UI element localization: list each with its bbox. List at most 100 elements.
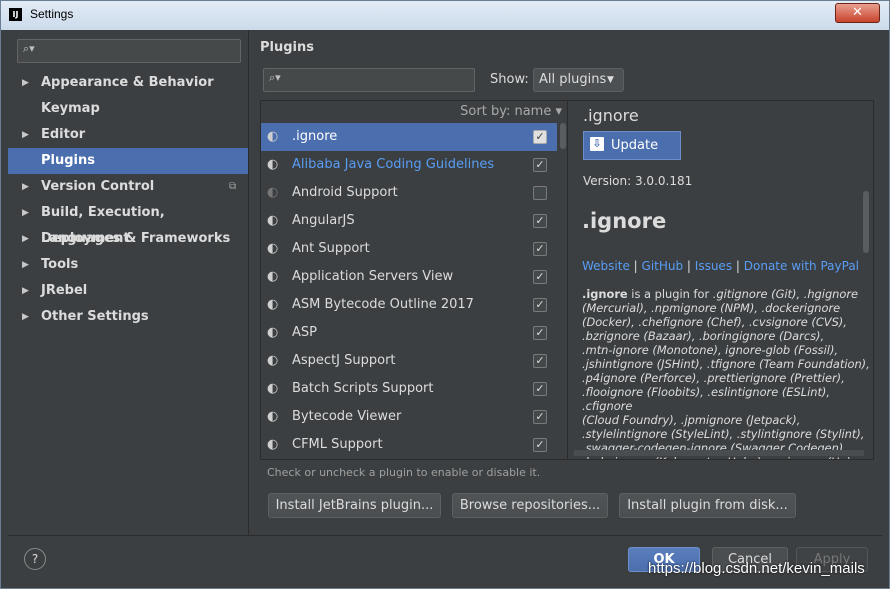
- description-line: .mtn-ignore (Monotone), ignore-glob (Fos…: [582, 343, 839, 357]
- plugin-description: .ignore is a plugin for .gitignore (Git)…: [582, 287, 872, 459]
- plugin-row[interactable]: ◐ Batch Scripts Support ✓: [261, 375, 557, 403]
- expand-arrow-icon[interactable]: ▶: [22, 278, 29, 304]
- scrollbar-thumb[interactable]: [560, 123, 566, 149]
- sidebar-item-languages-frameworks[interactable]: ▶ Languages & Frameworks: [8, 226, 248, 252]
- plugin-icon: ◐: [267, 213, 279, 228]
- sidebar-search-input[interactable]: ⌕▾: [17, 39, 241, 63]
- plugin-enable-checkbox[interactable]: ✓: [533, 438, 547, 452]
- app-icon: IJ: [9, 8, 22, 21]
- expand-arrow-icon[interactable]: ▶: [22, 122, 29, 148]
- plugin-enable-checkbox[interactable]: ✓: [533, 326, 547, 340]
- show-filter-value: All plugins: [539, 72, 607, 87]
- sidebar-item-keymap[interactable]: Keymap: [8, 96, 248, 122]
- plugin-row[interactable]: ◐ AspectJ Support ✓: [261, 347, 557, 375]
- plugin-row[interactable]: ◐ Bytecode Viewer ✓: [261, 403, 557, 431]
- sidebar-item-tools[interactable]: ▶ Tools: [8, 252, 248, 278]
- plugin-enable-checkbox[interactable]: ✓: [533, 158, 547, 172]
- plugin-name: CFML Support: [292, 437, 383, 452]
- sidebar-item-label: Keymap: [41, 101, 100, 116]
- dialog-body: ⌕▾ ▶ Appearance & Behavior Keymap ▶ Editor Pl…: [8, 30, 882, 585]
- plugin-enable-checkbox[interactable]: ✓: [533, 270, 547, 284]
- plugin-icon: ◐: [267, 129, 279, 144]
- plugin-enable-checkbox[interactable]: ✓: [533, 130, 547, 144]
- help-icon[interactable]: ?: [24, 548, 46, 570]
- expand-arrow-icon[interactable]: ▶: [22, 304, 29, 330]
- desc-strong: .ignore: [582, 287, 628, 301]
- github-link[interactable]: GitHub: [642, 259, 684, 273]
- description-line: .p4ignore (Perforce), .prettierignore (P…: [582, 371, 845, 385]
- sidebar-item-build-execution-deployment[interactable]: ▶ Build, Execution, Deployment: [8, 200, 248, 246]
- plugin-row[interactable]: ◐ .ignore ✓: [261, 123, 557, 151]
- sort-by-button[interactable]: Sort by: name ▾: [261, 101, 567, 123]
- plugin-enable-checkbox[interactable]: ✓: [533, 354, 547, 368]
- plugin-list-scrollbar[interactable]: [558, 123, 567, 459]
- expand-arrow-icon[interactable]: ▶: [22, 174, 29, 200]
- description-line: (Cloud Foundry), .jpmignore (Jetpack),: [582, 413, 801, 427]
- plugin-enable-checkbox[interactable]: [533, 186, 547, 200]
- sidebar-item-editor[interactable]: ▶ Editor: [8, 122, 248, 148]
- detail-scrollbar-thumb[interactable]: [863, 191, 869, 253]
- expand-arrow-icon[interactable]: ▶: [22, 70, 29, 96]
- search-icon: ⌕▾: [269, 71, 281, 84]
- plugin-enable-checkbox[interactable]: ✓: [533, 242, 547, 256]
- description-line: (Mercurial), .npmignore (NPM), .dockerig…: [582, 301, 841, 315]
- plugin-icon: ◐: [267, 409, 279, 424]
- sidebar-item-jrebel[interactable]: ▶ JRebel: [8, 278, 248, 304]
- plugin-list: Sort by: name ▾ ◐ .ignore ✓ ◐ Alibaba Java C…: [260, 100, 568, 460]
- sidebar-item-label: Editor: [41, 127, 86, 142]
- chevron-down-icon: ▼: [607, 75, 614, 85]
- plugin-name: Alibaba Java Coding Guidelines: [292, 157, 495, 172]
- plugin-icon: ◐: [267, 297, 279, 312]
- plugin-row[interactable]: ◐ AngularJS ✓: [261, 207, 557, 235]
- plugin-enable-checkbox[interactable]: ✓: [533, 298, 547, 312]
- install-plugin-from-disk-button[interactable]: Install plugin from disk...: [619, 493, 796, 518]
- search-icon: ⌕▾: [23, 42, 35, 55]
- plugin-row[interactable]: ◐ CFML Support ✓: [261, 431, 557, 459]
- plugin-enable-checkbox[interactable]: ✓: [533, 214, 547, 228]
- expand-arrow-icon[interactable]: ▶: [22, 252, 29, 278]
- install-jetbrains-plugin-button[interactable]: Install JetBrains plugin...: [268, 493, 441, 518]
- sort-label: Sort by: name ▾: [460, 104, 562, 119]
- show-filter-dropdown[interactable]: All plugins ▼: [533, 68, 624, 92]
- plugin-name: .ignore: [292, 129, 338, 144]
- plugin-search-input[interactable]: ⌕▾: [263, 68, 475, 92]
- desc-lead: is a plugin for: [627, 287, 713, 301]
- plugin-name: AngularJS: [292, 213, 355, 228]
- expand-arrow-icon[interactable]: ▶: [22, 226, 29, 252]
- sidebar-item-other-settings[interactable]: ▶ Other Settings: [8, 304, 248, 330]
- plugin-icon: ◐: [267, 269, 279, 284]
- description-line: .jshintignore (JSHint), .tfignore (Team …: [582, 357, 870, 371]
- plugin-row[interactable]: ◐ Alibaba Java Coding Guidelines ✓: [261, 151, 557, 179]
- plugin-icon: ◐: [267, 157, 279, 172]
- plugin-icon: ◐: [267, 185, 279, 200]
- plugin-enable-checkbox[interactable]: ✓: [533, 410, 547, 424]
- download-icon: ⇩: [590, 137, 604, 151]
- sidebar-item-version-control[interactable]: ▶ Version Control ⧉: [8, 174, 248, 200]
- show-label: Show:: [490, 72, 529, 87]
- detail-horizontal-scrollbar[interactable]: [574, 450, 864, 456]
- plugin-links: Website | GitHub | Issues | Donate with …: [582, 259, 860, 273]
- update-button[interactable]: ⇩ Update: [583, 131, 681, 160]
- plugin-icon: ◐: [267, 437, 279, 452]
- issues-link[interactable]: Issues: [695, 259, 732, 273]
- sidebar-item-label: Tools: [41, 257, 79, 272]
- sidebar-item-label: Languages & Frameworks: [41, 231, 231, 246]
- website-link[interactable]: Website: [582, 259, 630, 273]
- sidebar-item-label: Appearance & Behavior: [41, 75, 214, 90]
- sidebar-item-plugins[interactable]: Plugins: [8, 148, 248, 174]
- plugin-row[interactable]: ◐ ASP ✓: [261, 319, 557, 347]
- expand-arrow-icon[interactable]: ▶: [22, 200, 29, 226]
- settings-window: IJ Settings ✕ ⌕▾ ▶ Appearance & Behavior K…: [0, 0, 890, 589]
- plugin-row[interactable]: ◐ ASM Bytecode Outline 2017 ✓: [261, 291, 557, 319]
- sidebar-item-appearance-behavior[interactable]: ▶ Appearance & Behavior: [8, 70, 248, 96]
- close-icon[interactable]: ✕: [835, 3, 880, 23]
- browse-repositories-button[interactable]: Browse repositories...: [452, 493, 608, 518]
- plugin-enable-checkbox[interactable]: ✓: [533, 382, 547, 396]
- window-title: Settings: [30, 7, 74, 21]
- plugin-row[interactable]: ◐ Android Support: [261, 179, 557, 207]
- plugin-row[interactable]: ◐ Application Servers View ✓: [261, 263, 557, 291]
- detail-title: .ignore: [582, 209, 667, 233]
- plugin-name: ASM Bytecode Outline 2017: [292, 297, 474, 312]
- donate-link[interactable]: Donate with PayPal: [744, 259, 859, 273]
- plugin-row[interactable]: ◐ Ant Support ✓: [261, 235, 557, 263]
